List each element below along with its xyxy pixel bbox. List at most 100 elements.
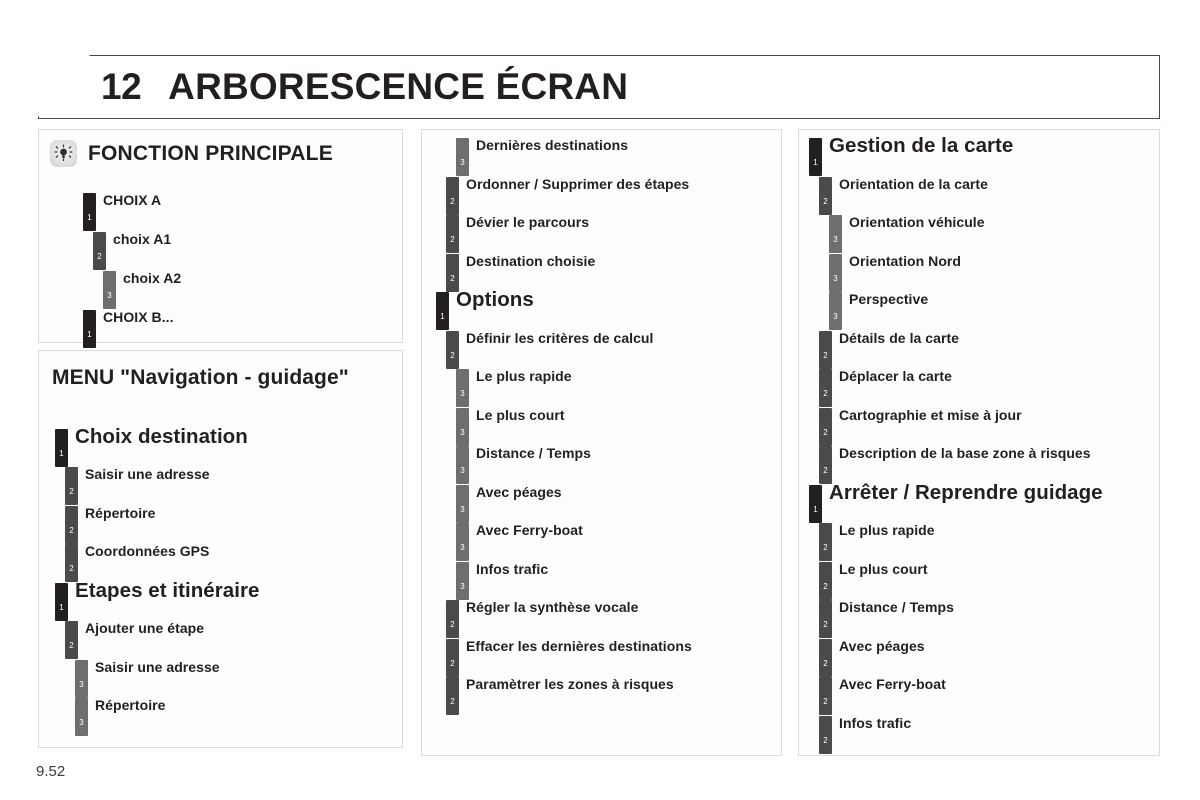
tree-menu-navigation: 1 Choix destination 2 Saisir une adresse 2 Ré… — [39, 391, 402, 737]
tree-item[interactable]: 2 Ajouter une étape — [65, 620, 402, 660]
tree-item[interactable]: 3 Orientation Nord — [829, 253, 1159, 292]
tree-level-badge: 2 — [819, 561, 832, 600]
tree-level-number: 3 — [460, 466, 465, 475]
tree-level-number: 2 — [450, 196, 455, 206]
tree-fonction-principale: 1 CHOIX A 2 choix A1 3 choix A2 1 CHOIX B... — [39, 167, 402, 348]
tree-level-number: 3 — [460, 389, 465, 398]
tree-item[interactable]: 2 Paramètrer les zones à risques — [446, 677, 781, 715]
tree-level-number: 2 — [450, 273, 455, 283]
tree-level-badge: 1 — [83, 310, 96, 348]
tree-item[interactable]: 3 choix A2 — [103, 271, 402, 309]
tree-item[interactable]: 2 Saisir une adresse — [65, 466, 402, 506]
tree-level-badge: 2 — [446, 215, 459, 253]
tree-item[interactable]: 3 Perspective — [829, 292, 1159, 330]
tree-item[interactable]: 1 Arrêter / Reprendre guidage — [809, 480, 1159, 523]
tree-item[interactable]: 2 Avec Ferry-boat — [819, 677, 1159, 715]
tree-item-label: Le plus rapide — [839, 522, 935, 538]
tree-level-badge: 2 — [446, 677, 459, 715]
panel-fonction-principale: FONCTION PRINCIPALE 1 CHOIX A 2 choix A1 3 ch… — [38, 129, 403, 348]
tree-item[interactable]: 2 Distance / Temps — [819, 600, 1159, 638]
tree-item-label: Orientation de la carte — [839, 175, 988, 192]
tree-item[interactable]: 2 Le plus court — [819, 560, 1159, 600]
tree-level-badge: 3 — [456, 484, 469, 523]
menu-navigation-title: MENU "Navigation - guidage" — [52, 366, 349, 389]
tree-item[interactable]: 3 Avec péages — [456, 484, 781, 523]
tree-item-label: Ajouter une étape — [85, 620, 205, 637]
tree-item-label: Options — [456, 288, 534, 311]
tree-item[interactable]: 3 Le plus rapide — [456, 369, 781, 407]
tree-level-badge: 1 — [436, 292, 449, 330]
tree-item-label: Déplacer la carte — [839, 368, 952, 384]
tree-level-number: 1 — [813, 504, 818, 514]
tree-level-number: 2 — [823, 735, 828, 745]
tree-item-label: choix A1 — [113, 231, 172, 247]
tree-item[interactable]: 2 Orientation de la carte — [819, 175, 1159, 215]
tree-item[interactable]: 2 Régler la synthèse vocale — [446, 600, 781, 638]
tree-level-number: 3 — [460, 543, 465, 552]
tree-item-label: Dernières destinations — [476, 137, 629, 153]
tree-item[interactable]: 3 Avec Ferry-boat — [456, 523, 781, 561]
tree-level-number: 2 — [69, 525, 74, 535]
tree-level-badge: 2 — [819, 715, 832, 754]
tree-item[interactable]: 3 Infos trafic — [456, 561, 781, 600]
tree-item[interactable]: 2 Avec péages — [819, 638, 1159, 677]
tree-item[interactable]: 2 Déplacer la carte — [819, 369, 1159, 407]
tree-item-label: Choix destination — [75, 424, 248, 448]
tree-level-number: 3 — [460, 581, 465, 591]
tree-item[interactable]: 3 Orientation véhicule — [829, 215, 1159, 253]
tree-item[interactable]: 1 Choix destination — [55, 424, 402, 467]
tree-level-badge: 2 — [819, 176, 832, 215]
tree-item[interactable]: 2 Description de la base zone à risques — [819, 446, 1159, 484]
tree-item[interactable]: 1 Etapes et itinéraire — [55, 580, 402, 621]
tree-item[interactable]: 2 Le plus rapide — [819, 523, 1159, 561]
tree-level-number: 2 — [450, 235, 455, 244]
tree-item-label: Le plus court — [839, 560, 928, 577]
tree-item[interactable]: 3 Répertoire — [75, 698, 402, 737]
tree-item-label: Arrêter / Reprendre guidage — [829, 480, 1103, 504]
tree-level-badge: 2 — [65, 467, 78, 506]
tree-item[interactable]: 3 Distance / Temps — [456, 446, 781, 484]
tree-level-badge: 3 — [456, 561, 469, 600]
tree-level-badge: 3 — [829, 215, 842, 253]
tree-item[interactable]: 2 Cartographie et mise à jour — [819, 407, 1159, 446]
tree-level-badge: 2 — [446, 638, 459, 677]
tree-item-label: Destination choisie — [466, 252, 596, 269]
tree-level-number: 1 — [59, 602, 64, 612]
tree-level-number: 2 — [823, 350, 828, 360]
tree-level-badge: 2 — [819, 330, 832, 369]
tree-item[interactable]: 2 Effacer les dernières destinations — [446, 638, 781, 677]
tree-item[interactable]: 1 CHOIX B... — [83, 310, 402, 348]
tree-level-number: 2 — [823, 389, 828, 398]
tree-level-number: 2 — [823, 196, 828, 206]
tree-item[interactable]: 3 Saisir une adresse — [75, 659, 402, 698]
tree-item-label: Gestion de la carte — [829, 134, 1014, 157]
tree-level-number: 2 — [823, 581, 828, 591]
tree-item[interactable]: 2 Ordonner / Supprimer des étapes — [446, 176, 781, 215]
tree-item[interactable]: 2 Définir les critères de calcul — [446, 330, 781, 369]
tree-item[interactable]: 2 Répertoire — [65, 505, 402, 544]
tree-level-badge: 3 — [456, 446, 469, 484]
tree-item[interactable]: 2 Dévier le parcours — [446, 215, 781, 253]
tree-level-badge: 2 — [819, 407, 832, 446]
tree-level-number: 1 — [87, 213, 92, 222]
tree-level-number: 2 — [69, 564, 74, 574]
tree-item-label: Saisir une adresse — [85, 466, 210, 483]
tree-item[interactable]: 2 Détails de la carte — [819, 329, 1159, 369]
tree-item[interactable]: 1 Gestion de la carte — [809, 134, 1159, 176]
tree-item[interactable]: 2 Coordonnées GPS — [65, 544, 402, 583]
tree-item[interactable]: 1 Options — [436, 288, 781, 330]
tree-item[interactable]: 3 Dernières destinations — [456, 138, 781, 176]
tree-item[interactable]: 2 choix A1 — [93, 232, 402, 270]
tree-level-number: 3 — [460, 427, 465, 437]
panel-menu-navigation: MENU "Navigation - guidage" 1 Choix desti… — [38, 350, 403, 748]
tree-item[interactable]: 2 Infos trafic — [819, 715, 1159, 754]
tree-level-number: 2 — [69, 487, 74, 497]
tree-item[interactable]: 3 Le plus court — [456, 407, 781, 446]
tree-item[interactable]: 1 CHOIX A — [83, 193, 402, 231]
tree-level-badge: 3 — [456, 369, 469, 407]
tree-level-number: 2 — [69, 641, 74, 651]
tree-item[interactable]: 2 Destination choisie — [446, 252, 781, 292]
tree-level-number: 2 — [450, 697, 455, 706]
tree-item-label: Détails de la carte — [839, 329, 960, 346]
tree-item-label: Distance / Temps — [476, 445, 591, 461]
